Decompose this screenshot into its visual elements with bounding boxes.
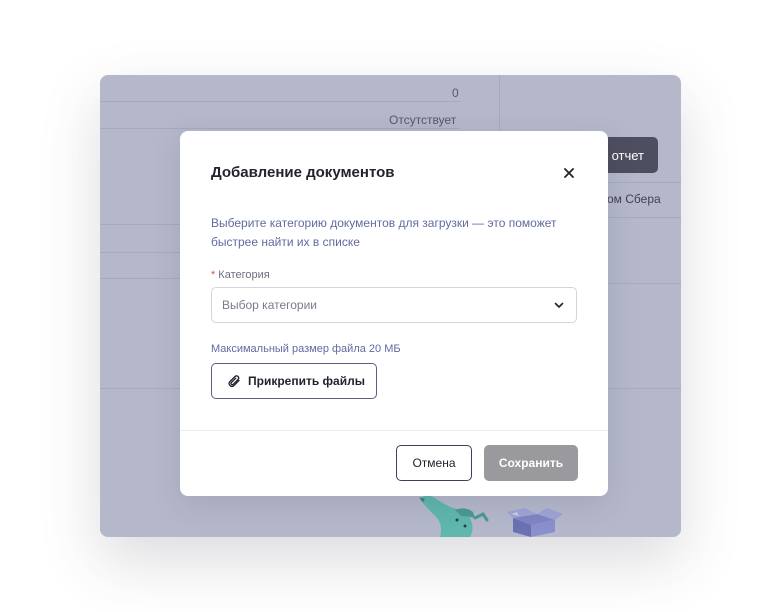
save-button[interactable]: Сохранить bbox=[484, 445, 578, 481]
category-label-text: Категория bbox=[218, 269, 270, 281]
bg-divider bbox=[100, 128, 460, 129]
dialog-description: Выберите категорию документов для загруз… bbox=[211, 216, 557, 249]
chevron-down-icon bbox=[554, 302, 564, 308]
bg-report-label: отчет bbox=[611, 147, 644, 163]
paperclip-icon bbox=[228, 375, 240, 388]
cancel-button[interactable]: Отмена bbox=[396, 445, 472, 481]
footer-divider bbox=[180, 430, 608, 431]
dialog-title: Добавление документов bbox=[211, 164, 395, 181]
close-button[interactable] bbox=[558, 162, 580, 184]
required-mark: * bbox=[211, 269, 216, 281]
attach-files-label: Прикрепить файлы bbox=[248, 374, 365, 388]
file-size-hint: Максимальный размер файла 20 МБ bbox=[211, 343, 401, 355]
bg-status-absent: Отсутствует bbox=[389, 113, 457, 127]
category-select-placeholder: Выбор категории bbox=[222, 298, 318, 312]
category-select[interactable]: Выбор категории bbox=[211, 287, 577, 323]
close-icon bbox=[564, 168, 574, 178]
add-documents-dialog: Добавление документов Выберите категорию… bbox=[180, 131, 608, 496]
bg-divider bbox=[100, 101, 460, 102]
bg-value-zero: 0 bbox=[452, 86, 459, 100]
attach-files-button[interactable]: Прикрепить файлы bbox=[211, 363, 377, 399]
category-label: * Категория bbox=[211, 269, 270, 281]
